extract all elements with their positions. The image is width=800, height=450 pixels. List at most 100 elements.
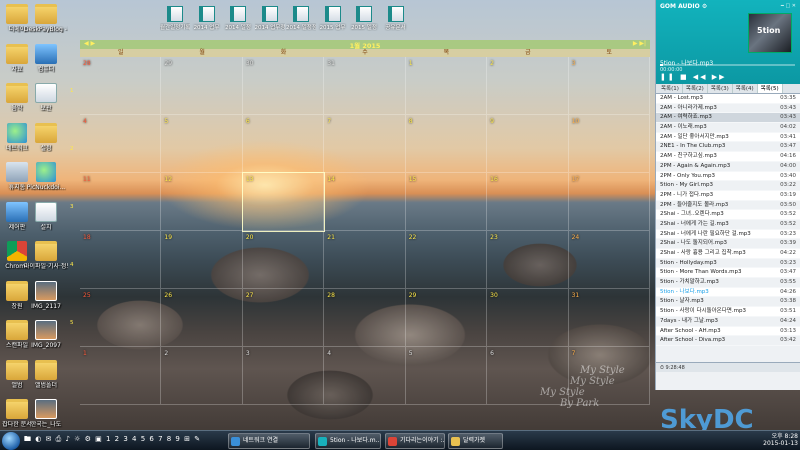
- calendar-day[interactable]: 16: [487, 173, 569, 231]
- desktop-shortcut-icon[interactable]: 월간일정기록: [160, 6, 190, 31]
- calendar-day[interactable]: 29: [161, 57, 243, 115]
- playlist-row[interactable]: 5tion - 날자.mp3 03:38: [656, 297, 800, 308]
- calendar-day[interactable]: 23: [487, 231, 569, 289]
- calendar-day[interactable]: 1: [80, 347, 162, 405]
- playlist-row[interactable]: After School - Diva.mp3 03:42: [656, 336, 800, 346]
- start-button[interactable]: [2, 432, 20, 450]
- desktop-icon[interactable]: 보관: [24, 83, 68, 112]
- desktop-shortcut-icon[interactable]: 2014 일정: [223, 6, 253, 31]
- playback-controls[interactable]: ❚❚ ■ ◀◀ ▶▶: [660, 73, 727, 81]
- calendar-day[interactable]: 6: [242, 115, 325, 173]
- calendar-day[interactable]: 27: [242, 289, 325, 347]
- calendar-day[interactable]: 26: [161, 289, 243, 347]
- playlist-row[interactable]: 2AM - 여력하죠.mp3 03:43: [656, 113, 800, 124]
- calendar-day[interactable]: 3: [242, 347, 325, 405]
- calendar-day[interactable]: 25: [80, 289, 162, 347]
- calendar-day[interactable]: 29: [405, 289, 488, 347]
- desktop-icon[interactable]: PicNuckdoi...: [24, 162, 68, 191]
- playlist-tab[interactable]: 목록(3): [708, 84, 733, 93]
- calendar-day[interactable]: 20: [242, 231, 325, 289]
- desktop-icon[interactable]: IMG_2097: [24, 320, 68, 349]
- taskbar-button[interactable]: 달력가젯: [448, 433, 503, 449]
- calendar-day[interactable]: 4: [324, 347, 406, 405]
- playlist-row[interactable]: 2NE1 - In The Club.mp3 03:47: [656, 142, 800, 153]
- calendar-day[interactable]: 2: [161, 347, 243, 405]
- playlist-row[interactable]: 2Shai - 그녀..오렌다.mp3 03:52: [656, 210, 800, 220]
- window-controls[interactable]: ━ □ ✕: [781, 3, 796, 9]
- desktop-shortcut-icon[interactable]: 2014 업무: [192, 6, 222, 31]
- calendar-day[interactable]: 14: [324, 173, 406, 231]
- calendar-day[interactable]: 24: [568, 231, 650, 289]
- desktop-icon[interactable]: 설치: [24, 201, 68, 231]
- calendar-day[interactable]: 28: [324, 289, 406, 347]
- desktop-icon[interactable]: 한국는_나도: [24, 399, 68, 428]
- calendar-day[interactable]: 7: [568, 347, 650, 405]
- calendar-day[interactable]: 8: [405, 115, 488, 173]
- calendar-day[interactable]: 30: [487, 289, 569, 347]
- desktop-shortcut-icon[interactable]: 2014 일정정리: [286, 6, 316, 31]
- calendar-day[interactable]: 9: [487, 115, 569, 173]
- calendar-day[interactable]: 7: [324, 115, 406, 173]
- playlist-row[interactable]: 2Shai - 너에게 나란 필요하단 걸.mp3 03:23: [656, 229, 800, 240]
- playlist-row[interactable]: 2PM - 들어줄지도 몰라.mp3 03:50: [656, 201, 800, 211]
- calendar-day[interactable]: 19: [161, 231, 243, 289]
- playlist-row[interactable]: 2AM - Lost.mp3 03:35: [656, 94, 800, 104]
- calendar-day[interactable]: 31: [568, 289, 650, 347]
- calendar-day[interactable]: 2: [487, 57, 569, 115]
- taskbar-button[interactable]: 기다리는이야기 :...: [385, 433, 445, 449]
- calendar-day[interactable]: 6: [487, 347, 569, 405]
- taskbar-button[interactable]: 네트워크 연결: [228, 433, 310, 449]
- desktop-shortcut-icon[interactable]: 공유문서: [381, 6, 411, 31]
- calendar-day[interactable]: 21: [324, 231, 406, 289]
- desktop-icon[interactable]: 마이파일·기사·정보: [24, 241, 68, 270]
- playlist-row[interactable]: 5tion - More Than Words.mp3 03:47: [656, 268, 800, 279]
- playlist-row[interactable]: After School - AH.mp3 03:13: [656, 326, 800, 337]
- playlist-tab[interactable]: 목록(1): [658, 84, 683, 93]
- playlist-row[interactable]: 5tion - 가치말하고.mp3 03:55: [656, 278, 800, 288]
- playlist-row[interactable]: 2PM - Again & Again.mp3 04:00: [656, 162, 800, 172]
- calendar-day[interactable]: 1: [405, 57, 488, 115]
- desktop-shortcut-icon[interactable]: 2015 일정: [349, 6, 379, 31]
- desktop-shortcut-icon[interactable]: 2015 업무: [318, 6, 348, 31]
- calendar-day[interactable]: 31: [324, 57, 406, 115]
- calendar-day[interactable]: 18: [80, 231, 162, 289]
- desktop-icon[interactable]: DeskPayBlog - 바로 가기: [24, 4, 68, 33]
- desktop-icon[interactable]: 설정: [24, 122, 68, 152]
- playlist-row[interactable]: 5tion - 사랑이 다시돌아온다면.mp3 03:51: [656, 307, 800, 317]
- calendar-day[interactable]: 22: [405, 231, 488, 289]
- playlist-row[interactable]: 2PM - Only You.mp3 03:40: [656, 171, 800, 182]
- playlist-row[interactable]: 5tion - My Girl.mp3 03:22: [656, 181, 800, 191]
- calendar-day[interactable]: 5: [161, 115, 243, 173]
- seek-bar[interactable]: [660, 64, 795, 66]
- calendar-day[interactable]: 28: [80, 57, 162, 115]
- system-clock[interactable]: 오후 8:28 2015-01-13: [763, 433, 798, 447]
- playlist-row[interactable]: 2AM - 일단 좋아서지만.mp3 03:41: [656, 132, 800, 143]
- playlist-row[interactable]: 2PM - 니가 접다.mp3 03:19: [656, 190, 800, 201]
- playlist-row[interactable]: 7days - 내가 그날.mp3 04:24: [656, 317, 800, 327]
- playlist-row[interactable]: 2AM - 친구하고싶.mp3 04:16: [656, 152, 800, 162]
- calendar-day[interactable]: 11: [80, 173, 162, 231]
- calendar-next-button[interactable]: ▶ ▶|: [633, 40, 646, 47]
- playlist-row[interactable]: 2Shai - 사랑 흉용 그리고 집착.mp3 04:22: [656, 249, 800, 259]
- calendar-day[interactable]: 15: [405, 173, 488, 231]
- playlist-row[interactable]: 5tion - Hollyday.mp3 03:23: [656, 259, 800, 269]
- calendar-day[interactable]: 30: [242, 57, 325, 115]
- playlist-row[interactable]: 5tion - 나보다.mp3 04:26: [656, 287, 800, 298]
- calendar-day[interactable]: 17: [568, 173, 650, 231]
- calendar-day[interactable]: 12: [161, 173, 243, 231]
- playlist-row[interactable]: 2AM - 아니라가제.mp3 03:43: [656, 104, 800, 114]
- desktop-icon[interactable]: 앨범폴더: [24, 359, 68, 389]
- taskbar-button[interactable]: 5tion - 나보다.m...: [315, 433, 381, 449]
- calendar-day[interactable]: 5: [405, 347, 488, 405]
- playlist-tab[interactable]: 목록(2): [683, 84, 708, 93]
- calendar-day[interactable]: 4: [80, 115, 162, 173]
- desktop-icon[interactable]: 컴퓨터: [24, 43, 68, 73]
- playlist-row[interactable]: 2Shai - 나도 돌지되어.mp3 03:39: [656, 239, 800, 249]
- calendar-day[interactable]: 10: [568, 115, 650, 173]
- desktop-icon[interactable]: IMG_2117: [24, 280, 68, 310]
- playlist-row[interactable]: 2AM - 이노래.mp3 04:02: [656, 123, 800, 133]
- calendar-day-today[interactable]: 13: [241, 172, 326, 232]
- calendar-day[interactable]: 3: [568, 57, 650, 115]
- playlist-tab[interactable]: 목록(5): [757, 84, 783, 93]
- gom-title[interactable]: GOM AUDIO ⚙: [660, 3, 707, 10]
